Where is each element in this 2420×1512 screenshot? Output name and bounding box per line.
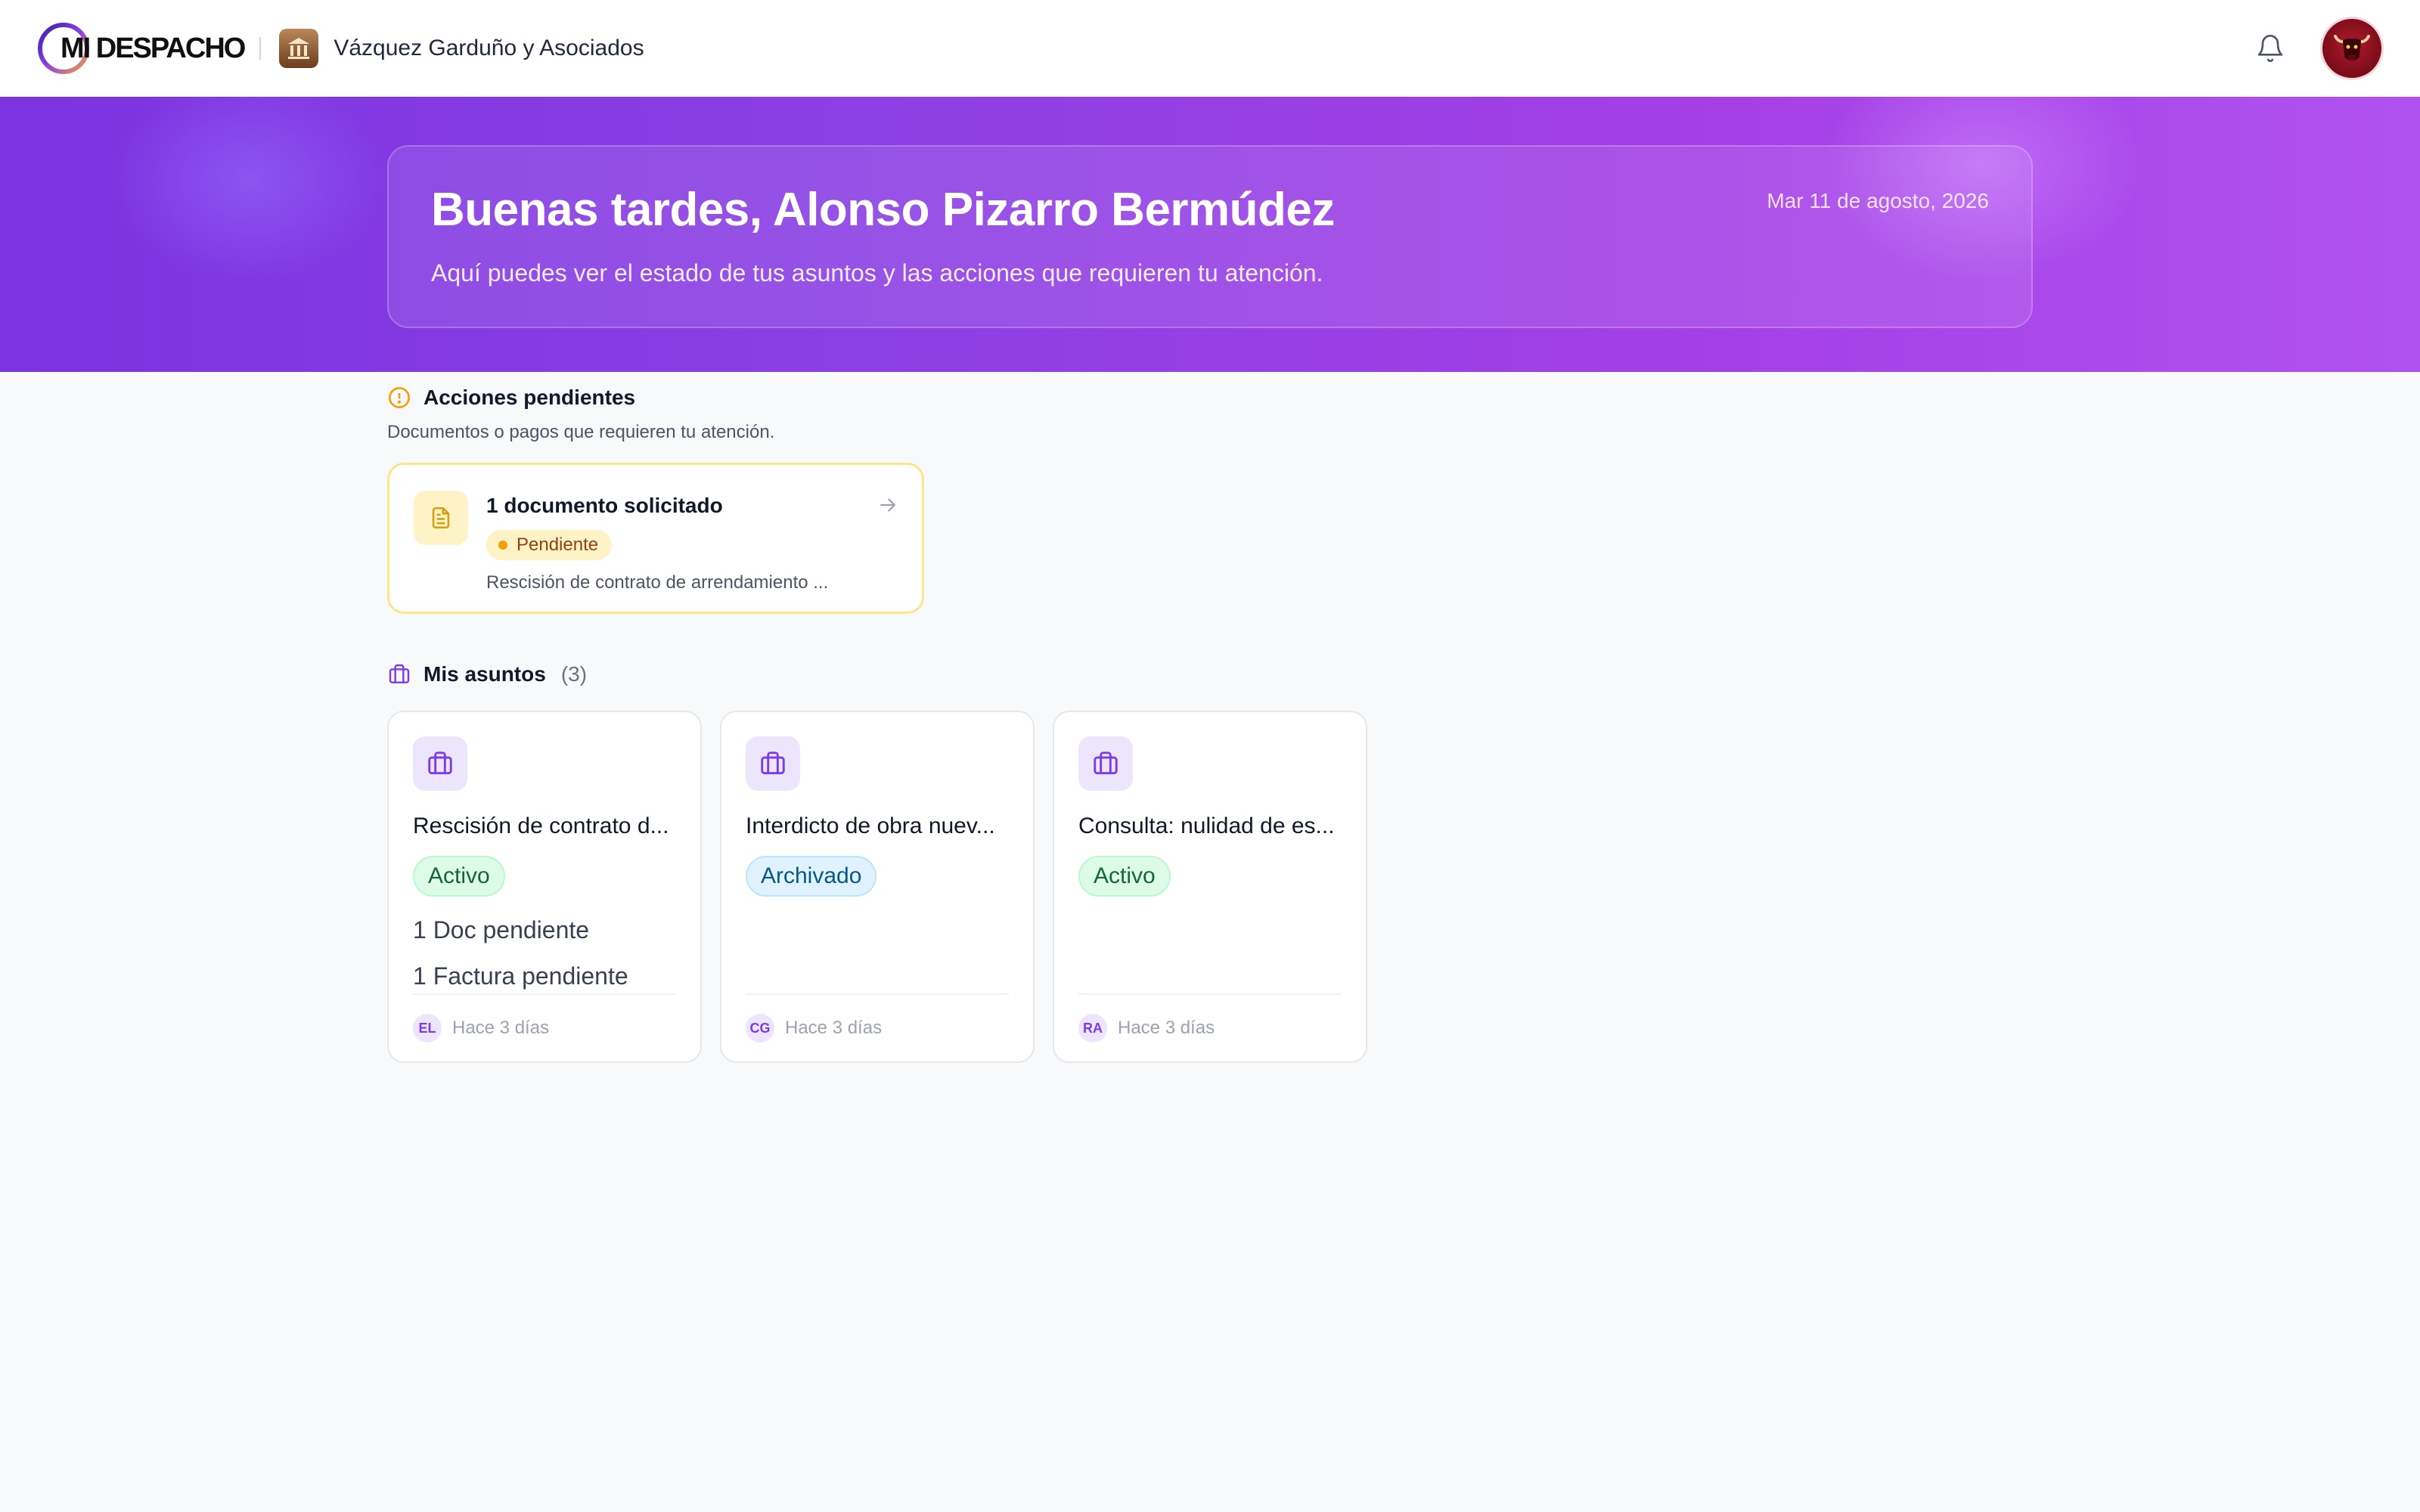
pending-invoices-count: 1 Factura pendiente bbox=[413, 962, 628, 990]
status-badge: Activo bbox=[413, 856, 505, 897]
case-card[interactable]: Rescisión de contrato d... Activo 1 Doc … bbox=[387, 711, 702, 1063]
header-divider bbox=[259, 37, 262, 60]
current-date: Mar 11 de agosto, 2026 bbox=[1767, 189, 1989, 212]
case-footer: RA Hace 3 días bbox=[1078, 993, 1342, 1061]
status-badge: Archivado bbox=[746, 856, 877, 897]
case-footer: CG Hace 3 días bbox=[746, 993, 1009, 1061]
document-icon bbox=[414, 491, 468, 545]
case-updated-time: Hace 3 días bbox=[1118, 1018, 1215, 1038]
case-title: Rescisión de contrato d... bbox=[413, 813, 669, 838]
pending-docs-count: 1 Doc pendiente bbox=[413, 916, 590, 943]
pending-item-detail: Rescisión de contrato de arrendamiento .… bbox=[486, 572, 829, 593]
cases-title: Mis asuntos bbox=[424, 662, 546, 686]
status-badge: Activo bbox=[1078, 856, 1171, 897]
assignee-initials: RA bbox=[1078, 1014, 1107, 1043]
user-avatar[interactable] bbox=[2320, 17, 2384, 80]
arrow-right-icon bbox=[880, 498, 895, 512]
case-footer: EL Hace 3 días bbox=[413, 993, 676, 1061]
case-updated-time: Hace 3 días bbox=[452, 1018, 550, 1038]
case-card[interactable]: Interdicto de obra nuev... Archivado CG … bbox=[720, 711, 1035, 1063]
cases-section-header: Mis asuntos (3) bbox=[387, 662, 587, 686]
pending-description: Documentos o pagos que requieren tu aten… bbox=[387, 422, 775, 442]
firm-name: Vázquez Garduño y Asociados bbox=[334, 36, 644, 60]
welcome-card: Buenas tardes, Alonso Pizarro Bermúdez A… bbox=[387, 145, 2033, 328]
greeting-title: Buenas tardes, Alonso Pizarro Bermúdez bbox=[431, 184, 1335, 236]
bull-icon bbox=[2334, 35, 2370, 60]
case-title: Consulta: nulidad de es... bbox=[1078, 813, 1335, 838]
firm-logo-icon bbox=[279, 29, 319, 68]
briefcase-icon bbox=[413, 736, 467, 791]
pending-section-header: Acciones pendientes bbox=[387, 386, 635, 410]
app-logo[interactable]: MI DESPACHO bbox=[36, 18, 246, 79]
assignee-initials: EL bbox=[413, 1014, 442, 1043]
briefcase-icon bbox=[746, 736, 800, 791]
case-card[interactable]: Consulta: nulidad de es... Activo RA Hac… bbox=[1053, 711, 1367, 1063]
hero-banner: Buenas tardes, Alonso Pizarro Bermúdez A… bbox=[0, 97, 2420, 372]
greeting-subtitle: Aquí puedes ver el estado de tus asuntos… bbox=[431, 259, 1323, 287]
brand-name: MI DESPACHO bbox=[60, 32, 246, 64]
pending-item-title: 1 documento solicitado bbox=[486, 494, 723, 517]
status-label: Pendiente bbox=[517, 534, 599, 555]
case-title: Interdicto de obra nuev... bbox=[746, 813, 995, 838]
status-dot bbox=[498, 541, 507, 550]
assignee-initials: CG bbox=[746, 1014, 774, 1043]
case-updated-time: Hace 3 días bbox=[785, 1018, 883, 1038]
alert-circle-icon bbox=[389, 387, 410, 408]
pending-title: Acciones pendientes bbox=[424, 386, 636, 409]
cases-count: (3) bbox=[560, 662, 588, 686]
briefcase-icon bbox=[389, 664, 410, 683]
top-bar: MI DESPACHO Vázquez Garduño y Asociados bbox=[0, 0, 2420, 97]
status-badge: Pendiente bbox=[486, 530, 613, 560]
pending-document-card[interactable]: 1 documento solicitado Pendiente Rescisi… bbox=[387, 463, 924, 614]
bell-icon[interactable] bbox=[2254, 32, 2287, 65]
briefcase-icon bbox=[1078, 736, 1133, 791]
